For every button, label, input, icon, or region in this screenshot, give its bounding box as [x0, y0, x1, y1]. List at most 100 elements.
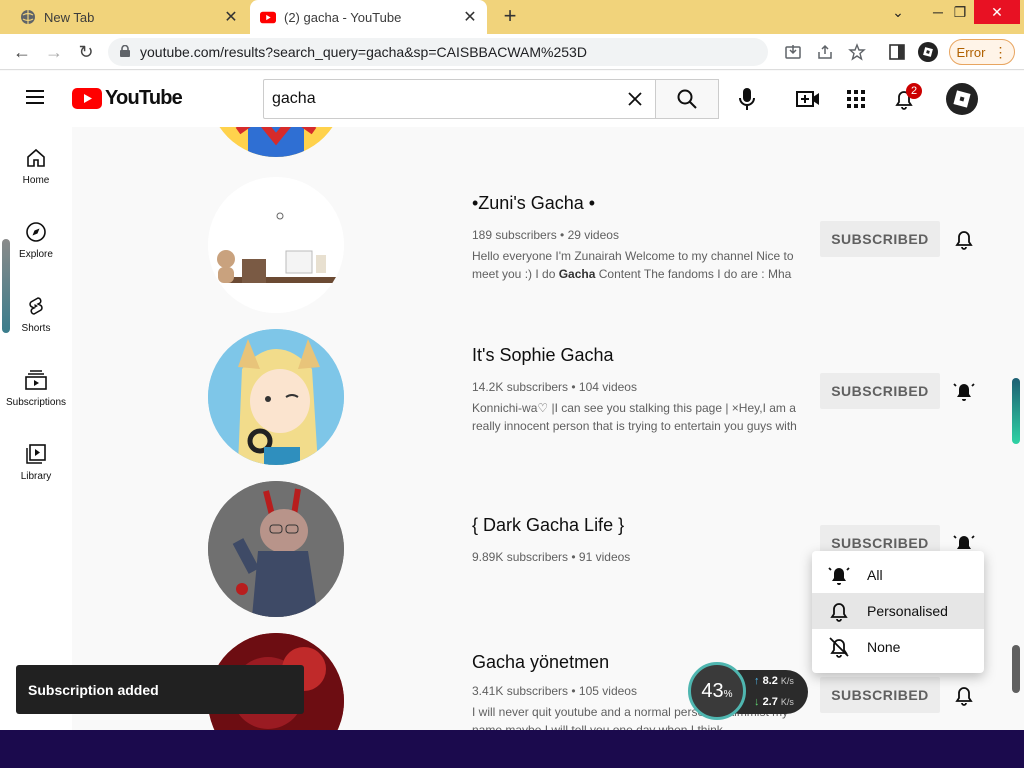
bookmark-star-icon[interactable] [846, 41, 868, 63]
reload-icon[interactable]: ↻ [74, 40, 98, 64]
search-input[interactable] [272, 90, 615, 108]
download-value: 2.7 [762, 696, 778, 708]
notification-option-all[interactable]: All [812, 557, 984, 593]
sidebar-item-label: Library [20, 471, 52, 482]
notification-settings-menu: All Personalised None [812, 551, 984, 673]
search-box[interactable] [263, 79, 656, 119]
channel-description: Hello everyone I'm Zunairah Welcome to m… [472, 247, 802, 283]
mini-guide-sidebar: Home Explore Shorts Subscriptions Librar… [0, 127, 72, 730]
shorts-icon [29, 297, 43, 315]
install-icon[interactable] [782, 41, 804, 63]
close-tab-icon[interactable]: ✕ [220, 7, 242, 27]
notification-option-none[interactable]: None [812, 629, 984, 665]
error-button[interactable]: Error ⋮ [949, 39, 1015, 65]
notification-option-personalised[interactable]: Personalised [812, 593, 984, 629]
sidebar-item-shorts[interactable]: Shorts [0, 275, 72, 349]
sidebar-item-label: Home [22, 175, 50, 186]
channel-avatar[interactable] [208, 329, 344, 465]
tab-title: New Tab [44, 9, 95, 25]
subscribed-button[interactable]: SUBSCRIBED [820, 373, 940, 409]
description-text: Content The fandoms I do are : Mha [595, 267, 792, 281]
rate-unit: K/s [780, 697, 794, 707]
side-panel-icon[interactable] [886, 41, 908, 63]
channel-result: It's Sophie Gacha 14.2K subscribers • 10… [72, 329, 1024, 481]
bell-ringing-icon [828, 564, 850, 586]
sidebar-scrollbar[interactable] [2, 239, 10, 333]
new-tab-button[interactable]: + [498, 5, 522, 29]
notification-count-badge: 2 [906, 83, 922, 99]
subscribed-button[interactable]: SUBSCRIBED [820, 677, 940, 713]
page-scrollbar-thumb[interactable] [1012, 378, 1020, 444]
compass-icon [26, 222, 46, 242]
channel-name[interactable]: { Dark Gacha Life } [472, 515, 624, 536]
sidebar-item-label: Subscriptions [5, 397, 67, 408]
youtube-logo-icon [72, 88, 102, 109]
clear-search-icon[interactable] [615, 80, 655, 118]
os-taskbar [0, 730, 1024, 768]
channel-result: •Zuni's Gacha • 189 subscribers • 29 vid… [72, 177, 1024, 329]
search-icon [677, 89, 697, 109]
subscribed-button[interactable]: SUBSCRIBED [820, 221, 940, 257]
back-icon[interactable]: ← [10, 40, 34, 64]
more-vert-icon: ⋮ [993, 43, 1008, 60]
globe-icon [20, 9, 36, 25]
youtube-icon [260, 9, 276, 25]
notifications-bell-icon[interactable]: 2 [892, 83, 922, 111]
create-video-icon[interactable] [796, 87, 820, 111]
account-avatar[interactable] [946, 83, 978, 115]
browser-toolbar: ← → ↻ youtube.com/results?search_query=g… [0, 34, 1024, 70]
tab-search-icon[interactable]: ⌄ [878, 0, 918, 24]
window-close-icon[interactable]: ✕ [974, 0, 1020, 24]
bell-outline-icon [828, 600, 850, 622]
subscriptions-icon [25, 370, 47, 390]
youtube-header: YouTube 2 [0, 71, 1024, 127]
bell-outline-icon[interactable] [952, 683, 976, 707]
channel-name[interactable]: It's Sophie Gacha [472, 345, 614, 366]
sidebar-item-label: Explore [19, 249, 53, 260]
voice-search-icon[interactable] [735, 87, 759, 111]
network-speed-widget[interactable]: 43% ↑ 8.2 K/s ↓ 2.7 K/s [688, 662, 810, 720]
bell-ringing-icon[interactable] [952, 379, 976, 403]
url-text: youtube.com/results?search_query=gacha&s… [140, 44, 587, 60]
lock-icon [120, 44, 130, 60]
library-icon [26, 444, 46, 464]
error-label: Error [956, 44, 986, 60]
sidebar-item-library[interactable]: Library [0, 423, 72, 497]
channel-description: Konnichi-wa♡ |I can see you stalking thi… [472, 399, 802, 435]
rate-unit: K/s [780, 676, 794, 686]
sidebar-item-explore[interactable]: Explore [0, 201, 72, 275]
youtube-logo[interactable]: YouTube [72, 87, 183, 110]
channel-avatar[interactable] [208, 481, 344, 617]
upload-rate: ↑ 8.2 K/s [754, 675, 794, 687]
tab-youtube[interactable]: (2) gacha - YouTube ✕ [250, 0, 487, 34]
profile-icon[interactable] [917, 41, 939, 63]
channel-name[interactable]: •Zuni's Gacha • [472, 193, 595, 214]
option-label: None [867, 639, 901, 655]
download-arrow-icon: ↓ [754, 696, 760, 708]
home-icon [27, 148, 45, 167]
description-text: Konnichi-wa♡ |I can see you stalking thi… [472, 401, 797, 433]
channel-avatar[interactable] [208, 177, 344, 313]
close-tab-icon[interactable]: ✕ [459, 7, 481, 27]
share-icon[interactable] [814, 41, 836, 63]
page-scrollbar-thumb-secondary[interactable] [1012, 645, 1020, 693]
tab-new-tab[interactable]: New Tab ✕ [8, 0, 248, 34]
sidebar-item-subscriptions[interactable]: Subscriptions [0, 349, 72, 423]
hamburger-menu-icon[interactable] [24, 88, 48, 110]
usage-percent-unit: % [723, 688, 733, 700]
forward-icon[interactable]: → [42, 40, 66, 64]
cpu-usage-gauge: 43% [688, 662, 746, 720]
channel-meta: 189 subscribers • 29 videos [472, 228, 619, 242]
subscription-toast: Subscription added [16, 665, 304, 714]
channel-meta: 3.41K subscribers • 105 videos [472, 684, 637, 698]
bell-outline-icon[interactable] [952, 227, 976, 251]
search-button[interactable] [655, 79, 719, 119]
channel-name[interactable]: Gacha yönetmen [472, 652, 609, 673]
sidebar-item-home[interactable]: Home [0, 127, 72, 201]
option-label: Personalised [867, 603, 948, 619]
address-bar[interactable]: youtube.com/results?search_query=gacha&s… [108, 38, 768, 66]
apps-grid-icon[interactable] [844, 87, 868, 111]
channel-avatar-partial[interactable] [208, 127, 344, 157]
upload-arrow-icon: ↑ [754, 675, 760, 687]
upload-value: 8.2 [762, 675, 778, 687]
